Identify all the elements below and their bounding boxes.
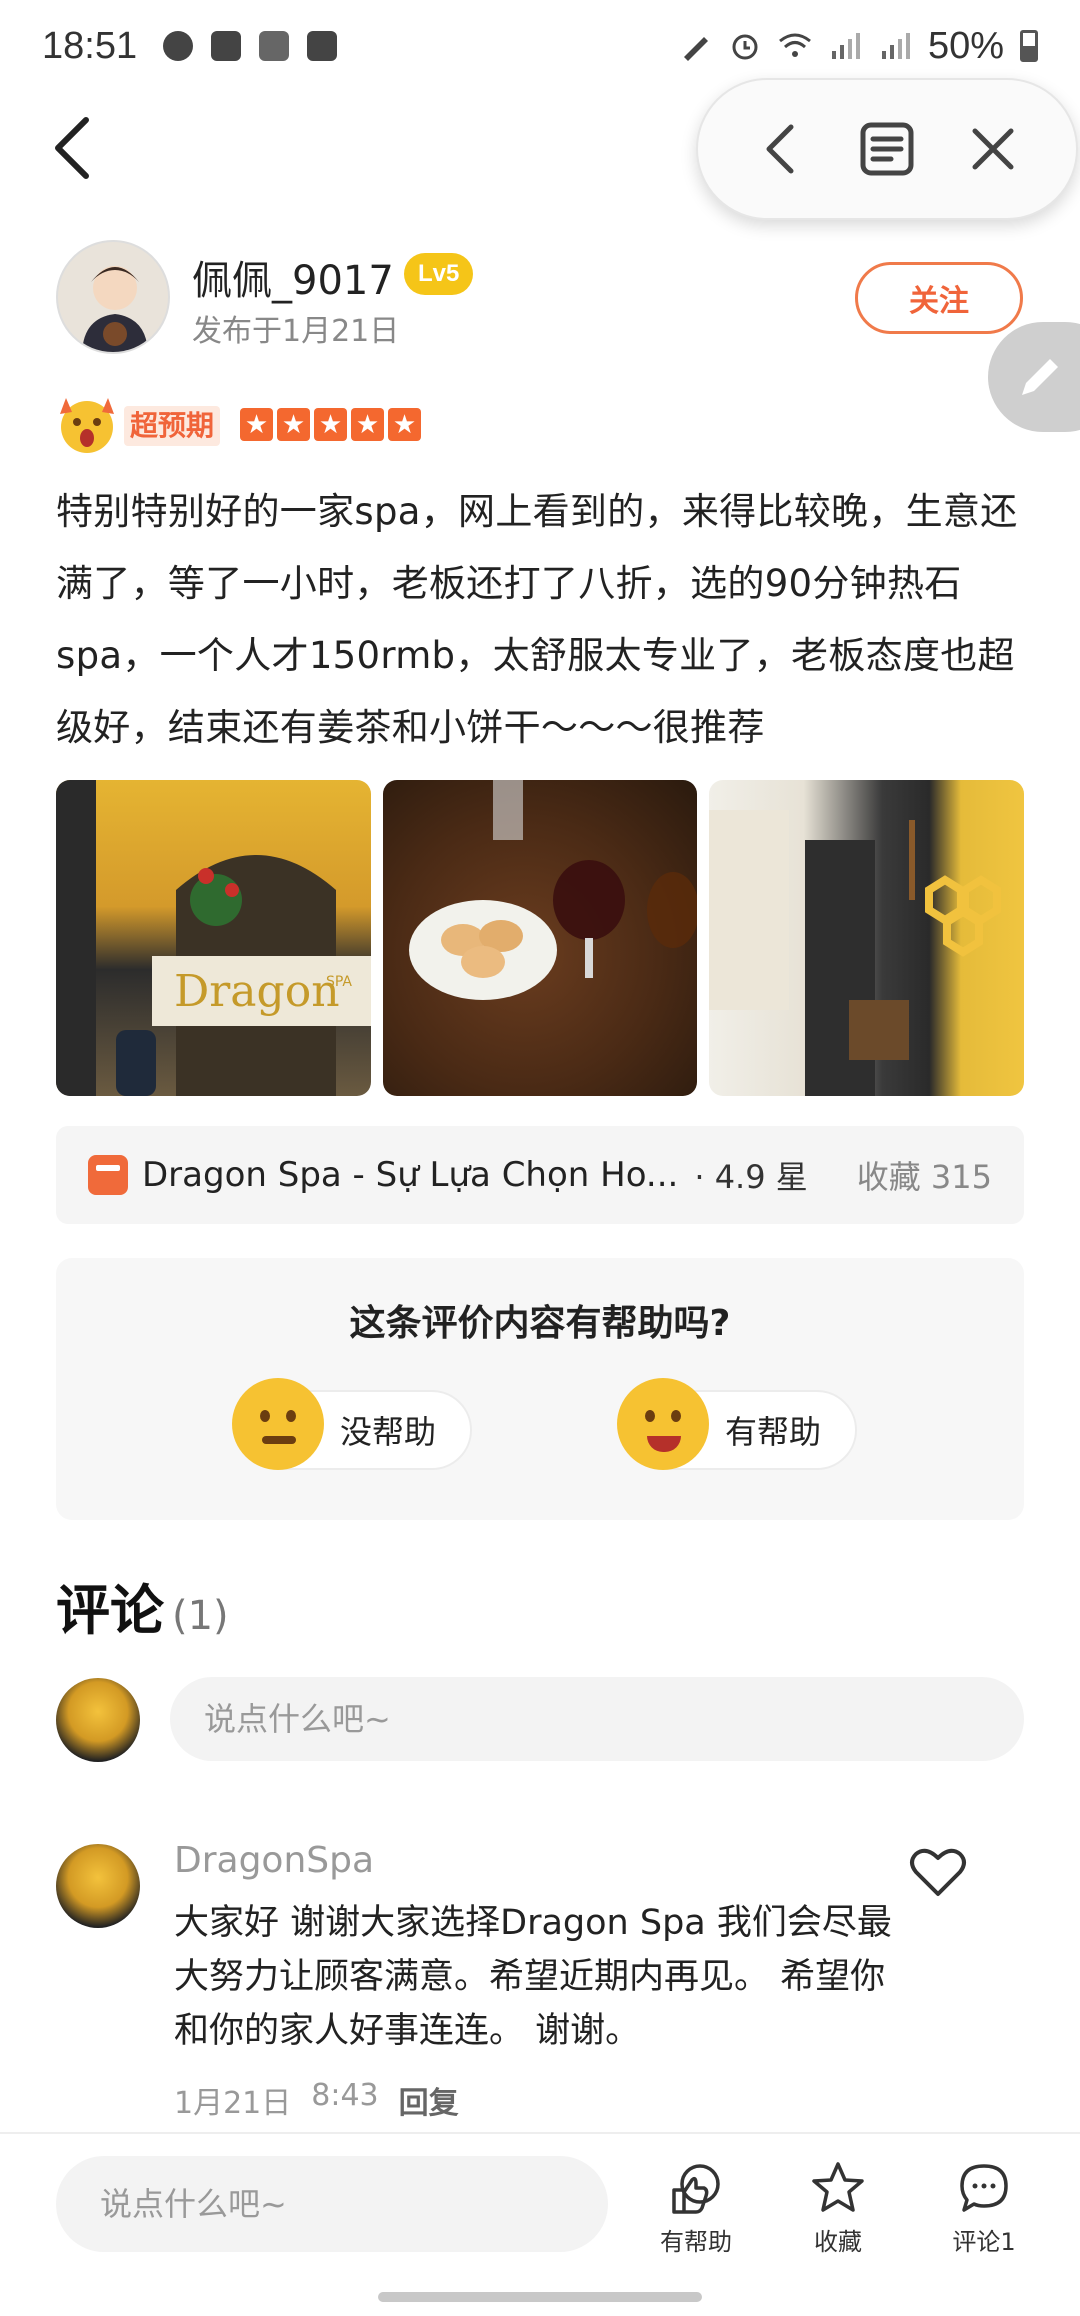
place-name: Dragon Spa - Sự Lựa Chọn Ho...	[142, 1155, 679, 1195]
my-avatar	[56, 1678, 140, 1762]
favorite-action-label: 收藏	[814, 2228, 862, 2256]
helpful-label: 有帮助	[725, 1413, 822, 1451]
pill-back-button[interactable]	[748, 116, 814, 182]
smile-emoji-icon	[617, 1378, 709, 1470]
helpful-action[interactable]: 有帮助	[636, 2160, 756, 2260]
store-icon	[88, 1155, 128, 1195]
comment-meta: 1月21日 8:43 回复	[174, 2078, 459, 2122]
helpful-question: 这条评价内容有帮助吗?	[349, 1303, 731, 1344]
pill-reader-button[interactable]	[854, 116, 920, 182]
comments-count: (1)	[172, 1593, 229, 1639]
battery-icon	[1020, 30, 1038, 62]
status-time: 18:51	[42, 24, 138, 67]
star-icon: ★	[351, 408, 384, 441]
alarm-icon	[732, 34, 758, 60]
pen-icon	[683, 37, 708, 61]
floating-nav-pill	[696, 78, 1078, 220]
wifi-icon	[779, 33, 811, 57]
heart-icon[interactable]	[908, 1844, 968, 1900]
rating-tag: 超预期	[124, 406, 221, 446]
helpful-action-label: 有帮助	[660, 2228, 732, 2256]
star-icon: ★	[314, 408, 347, 441]
comment-action-label: 评论1	[952, 2228, 1016, 2256]
spa-interior-illustration	[709, 810, 1002, 1096]
avatar-illustration	[82, 266, 148, 352]
bottom-comment-input[interactable]: 说点什么吧~	[56, 2156, 608, 2252]
not-helpful-button[interactable]: 没帮助	[232, 1378, 473, 1470]
author-name[interactable]: 佩佩_9017	[192, 248, 394, 306]
reply-button[interactable]: 回复	[399, 2078, 459, 2122]
close-icon	[972, 128, 1014, 170]
pencil-icon	[1022, 359, 1058, 395]
photo-gallery: Dragon SPA	[56, 780, 1025, 1096]
notification-icons	[163, 31, 338, 61]
chevron-left-icon	[766, 124, 794, 174]
bottom-bar: 说点什么吧~ 有帮助 收藏 评论1	[0, 2132, 1080, 2272]
surprised-emoji-icon	[60, 398, 114, 453]
frown-emoji-icon	[232, 1378, 324, 1470]
comment-time: 8:43	[311, 2078, 379, 2113]
star-rating: ★ ★ ★ ★ ★	[240, 408, 421, 441]
spa-signage-illustration: Dragon SPA	[56, 780, 371, 1096]
favorite-action[interactable]: 收藏	[778, 2160, 898, 2260]
signage-brand: Dragon	[174, 966, 340, 1017]
star-icon: ★	[388, 408, 421, 441]
comment-action[interactable]: 评论1	[924, 2160, 1044, 2260]
commenter-name[interactable]: DragonSpa	[174, 1840, 374, 1881]
follow-button[interactable]: 关注	[855, 262, 1023, 334]
comments-title: 评论 (1)	[56, 1566, 229, 1645]
back-button[interactable]	[46, 112, 98, 184]
review-text: 特别特别好的一家spa，网上看到的，来得比较晚，生意还满了，等了一小时，老板还打…	[56, 490, 1018, 749]
level-badge: Lv5	[404, 253, 474, 295]
checkbox-icon	[307, 31, 338, 61]
battery-percent: 50%	[927, 24, 1004, 67]
pill-close-button[interactable]	[960, 116, 1026, 182]
comment-text: 大家好 谢谢大家选择Dragon Spa 我们会尽最大努力让顾客满意。希望近期内…	[174, 1903, 892, 2051]
commenter-avatar[interactable]	[56, 1844, 140, 1928]
comment-input[interactable]: 说点什么吧~	[170, 1677, 1024, 1761]
review-photo[interactable]	[382, 780, 698, 1096]
place-favorites: 收藏 315	[856, 1158, 992, 1196]
star-icon	[812, 2162, 864, 2212]
star-icon: ★	[277, 408, 310, 441]
document-icon	[860, 122, 914, 176]
star-icon: ★	[240, 408, 273, 441]
helpful-card: 这条评价内容有帮助吗? 没帮助 有帮助	[56, 1258, 1024, 1520]
signal-icon	[881, 33, 910, 59]
messenger-icon	[163, 31, 194, 61]
comment-date: 1月21日	[174, 2086, 292, 2121]
not-helpful-label: 没帮助	[340, 1413, 437, 1451]
translate-icon	[259, 31, 290, 61]
review-photo[interactable]: Dragon SPA	[56, 780, 371, 1096]
tea-cookies-illustration	[408, 780, 698, 1000]
system-icons: 50%	[678, 25, 1038, 68]
review-photo[interactable]	[709, 780, 1025, 1096]
signal-icon	[831, 33, 860, 59]
chevron-left-icon	[55, 117, 89, 179]
edit-fab[interactable]	[988, 322, 1080, 432]
author-avatar[interactable]	[56, 240, 170, 354]
place-rating: · 4.9 星	[694, 1158, 808, 1196]
comment-icon	[960, 2164, 1008, 2212]
comments-title-text: 评论	[56, 1579, 164, 1642]
home-indicator[interactable]	[378, 2292, 702, 2302]
helpful-button[interactable]: 有帮助	[617, 1378, 858, 1470]
signage-suffix: SPA	[326, 974, 352, 990]
gallery-icon	[211, 31, 242, 61]
post-date: 发布于1月21日	[192, 314, 400, 349]
place-card[interactable]: Dragon Spa - Sự Lựa Chọn Ho... · 4.9 星 收…	[56, 1126, 1024, 1224]
thumbs-up-icon	[672, 2164, 720, 2214]
